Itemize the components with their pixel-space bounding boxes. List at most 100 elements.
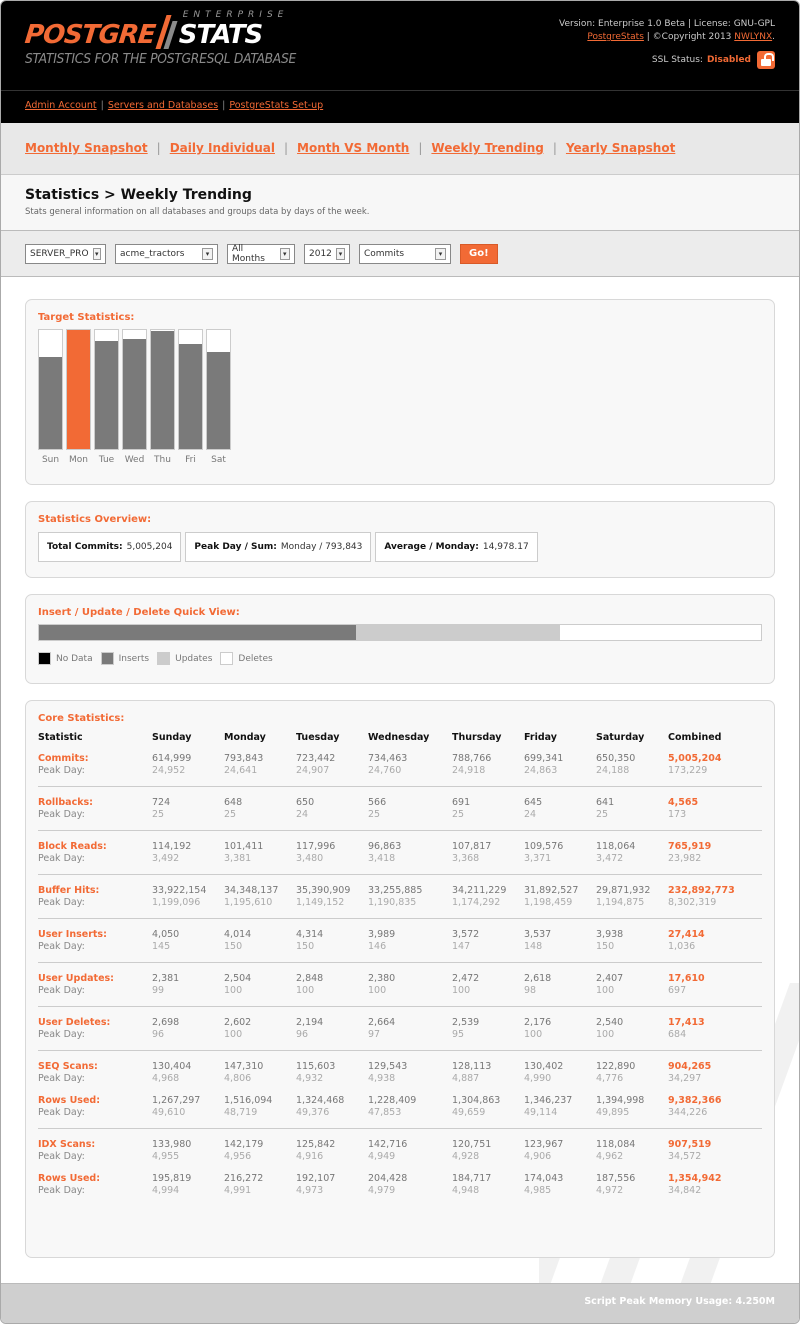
nav-monthly-snapshot[interactable]: Monthly Snapshot	[25, 141, 148, 155]
bar-label-fri: Fri	[185, 455, 196, 465]
value: 691	[452, 797, 471, 808]
value: 133,980	[152, 1139, 192, 1150]
legend-label: Inserts	[118, 653, 150, 664]
statistic-name: Buffer Hits:	[38, 885, 100, 896]
peak-value: 3,381	[224, 853, 252, 864]
day-cell: 734,463 24,760	[368, 749, 452, 777]
peak-value: 1,174,292	[452, 897, 501, 908]
peak-value: 24	[524, 809, 537, 820]
column-header: Thursday	[452, 732, 502, 743]
peak-value: 4,994	[152, 1185, 180, 1196]
value: 33,255,885	[368, 885, 423, 896]
value: 2,176	[524, 1017, 552, 1028]
day-cell: 699,341 24,863	[524, 749, 596, 777]
value: 9,382,366	[668, 1095, 722, 1106]
ssl-status-row: SSL Status: Disabled	[559, 51, 775, 69]
day-cell: 2,539 95	[452, 1013, 524, 1041]
peak-value: 34,842	[668, 1185, 702, 1196]
value: 723,442	[296, 753, 336, 764]
peak-value: 1,190,835	[368, 897, 417, 908]
value: 29,871,932	[596, 885, 651, 896]
value: 107,817	[452, 841, 492, 852]
value: 2,664	[368, 1017, 396, 1028]
day-cell: 101,411 3,381	[224, 837, 296, 865]
legend-swatch-updates	[157, 652, 171, 665]
main-content: Target Statistics: Sun Mon Tue Wed Thu Fri Sat…	[1, 277, 799, 1283]
peak-value: 98	[524, 985, 537, 996]
value: 2,407	[596, 973, 624, 984]
peak-value: 4,968	[152, 1073, 180, 1084]
day-cell: 123,967 4,906	[524, 1135, 596, 1163]
metric-select[interactable]: Commits ▾	[359, 243, 451, 264]
value: 33,922,154	[152, 885, 207, 896]
table-row: User Updates: Peak Day: 2,381 99 2,504 100 2,8…	[38, 969, 762, 997]
year-select[interactable]: 2012 ▾	[304, 243, 350, 264]
chevron-down-icon: ▾	[279, 247, 290, 260]
column-header: Sunday	[152, 732, 192, 743]
peak-value: 4,776	[596, 1073, 624, 1084]
peak-value: 100	[224, 1029, 243, 1040]
peak-value: 1,149,152	[296, 897, 345, 908]
unlocked-padlock-icon[interactable]	[757, 51, 775, 69]
statistic-name: User Inserts:	[38, 929, 107, 940]
bar-sat	[206, 329, 231, 450]
peak-value: 24,641	[224, 765, 258, 776]
peak-value: 24,918	[452, 765, 486, 776]
value: 120,751	[452, 1139, 492, 1150]
day-cell: 4,014 150	[224, 925, 296, 953]
peak-value: 4,956	[224, 1151, 252, 1162]
value: 788,766	[452, 753, 492, 764]
day-cell: 2,664 97	[368, 1013, 452, 1041]
value: 118,084	[596, 1139, 636, 1150]
peak-value: 100	[224, 985, 243, 996]
day-cell: 2,540 100	[596, 1013, 668, 1041]
day-cell: 117,996 3,480	[296, 837, 368, 865]
bar-sun	[38, 329, 63, 450]
value: 2,618	[524, 973, 552, 984]
value: 34,348,137	[224, 885, 279, 896]
logo[interactable]: POSTGRE ENTERPRISE STATS STATISTICS FOR …	[23, 10, 310, 67]
value: 3,572	[452, 929, 480, 940]
servers-databases-link[interactable]: Servers and Databases	[108, 100, 218, 111]
combined-cell: 4,565 173	[668, 793, 762, 821]
peak-value: 1,036	[668, 941, 696, 952]
value: 566	[368, 797, 387, 808]
go-button[interactable]: Go!	[460, 243, 498, 264]
nwlynx-link[interactable]: NWLYNX	[734, 32, 772, 42]
nav-daily-individual[interactable]: Daily Individual	[170, 141, 275, 155]
value: 184,717	[452, 1173, 492, 1184]
day-cell: 184,717 4,948	[452, 1169, 524, 1197]
peak-value: 25	[152, 809, 165, 820]
nav-yearly-snapshot[interactable]: Yearly Snapshot	[566, 141, 675, 155]
server-select[interactable]: SERVER_PRO ▾	[25, 243, 106, 264]
column-header: Friday	[524, 732, 557, 743]
postgrestats-link[interactable]: PostgreStats	[587, 32, 644, 42]
peak-value: 1,194,875	[596, 897, 645, 908]
value: 907,519	[668, 1139, 712, 1150]
statistic-name-cell: IDX Scans: Peak Day:	[38, 1135, 152, 1163]
nav-month-vs-month[interactable]: Month VS Month	[297, 141, 409, 155]
peak-value: 34,297	[668, 1073, 702, 1084]
month-select[interactable]: All Months ▾	[227, 243, 295, 264]
nav-weekly-trending[interactable]: Weekly Trending	[431, 141, 543, 155]
value: 142,716	[368, 1139, 408, 1150]
peak-value: 4,973	[296, 1185, 324, 1196]
panel-title: Insert / Update / Delete Quick View:	[38, 607, 240, 618]
combined-cell: 17,413 684	[668, 1013, 762, 1041]
logo-tagline: STATISTICS FOR THE POSTGRESQL DATABASE	[25, 52, 297, 67]
target-bar-chart	[38, 329, 762, 450]
bar-thu	[150, 329, 175, 450]
peak-day-label: Peak Day:	[38, 941, 85, 952]
peak-value: 4,938	[368, 1073, 396, 1084]
table-row: User Deletes: Peak Day: 2,698 96 2,602 100 2,1…	[38, 1013, 762, 1041]
peak-value: 3,371	[524, 853, 552, 864]
bar-track	[150, 329, 175, 450]
value: 765,919	[668, 841, 712, 852]
admin-account-link[interactable]: Admin Account	[25, 100, 97, 111]
value: 129,543	[368, 1061, 408, 1072]
peak-value: 4,948	[452, 1185, 480, 1196]
day-cell: 29,871,932 1,194,875	[596, 881, 668, 909]
bar-label-sat: Sat	[211, 455, 226, 465]
database-select[interactable]: acme_tractors ▾	[115, 243, 218, 264]
setup-link[interactable]: PostgreStats Set-up	[229, 100, 323, 111]
